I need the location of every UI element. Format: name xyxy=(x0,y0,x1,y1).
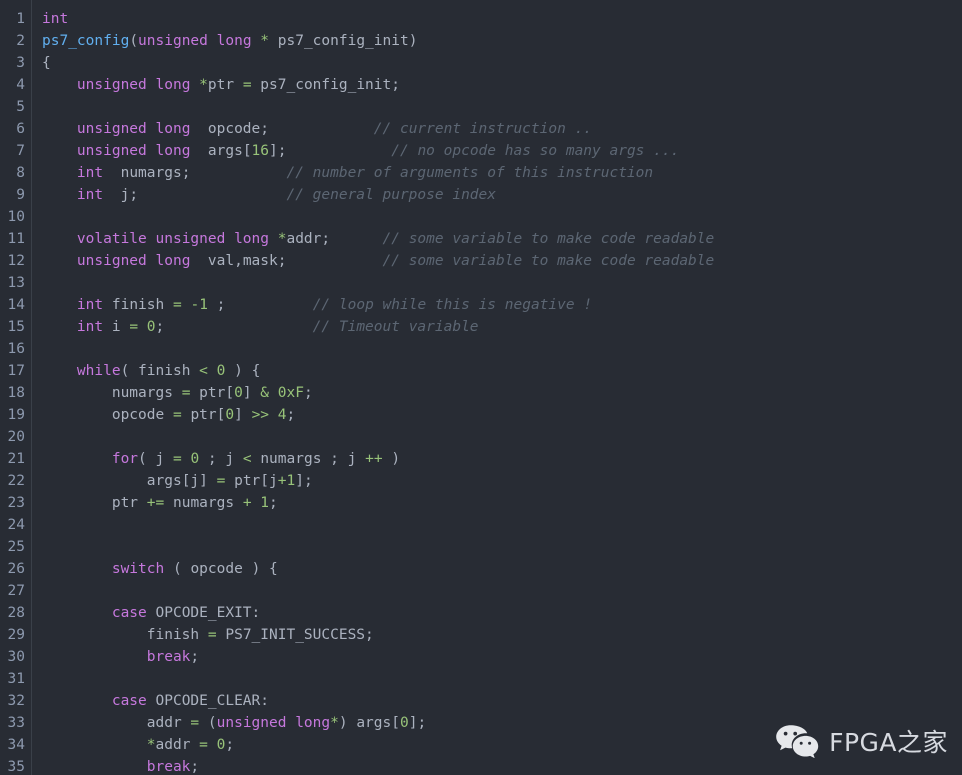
code-line[interactable] xyxy=(42,514,962,536)
line-number: 9 xyxy=(16,187,25,203)
line-number: 16 xyxy=(7,341,25,357)
code-line[interactable] xyxy=(42,536,962,558)
code-line[interactable]: numargs = ptr[0] & 0xF; xyxy=(42,382,962,404)
line-number: 2 xyxy=(16,33,25,49)
line-number: 13 xyxy=(7,275,25,291)
code-line[interactable]: ps7_config(unsigned long * ps7_config_in… xyxy=(42,30,962,52)
code-line[interactable]: int i = 0; // Timeout variable xyxy=(42,316,962,338)
line-number: 3 xyxy=(16,55,25,71)
code-line[interactable] xyxy=(42,668,962,690)
line-number: 12 xyxy=(7,253,25,269)
code-line[interactable] xyxy=(42,338,962,360)
code-editor[interactable]: 1 2 3 4 5 6 7 8 9 10 11 12 13 14 15 16 17 18 19 20 21 22 23 24 2… xyxy=(0,0,962,775)
code-line[interactable]: while( finish < 0 ) { xyxy=(42,360,962,382)
line-number: 35 xyxy=(7,759,25,775)
code-line[interactable]: unsigned long val,mask; // some variable… xyxy=(42,250,962,272)
line-number: 1 xyxy=(16,11,25,27)
code-line[interactable]: ptr += numargs + 1; xyxy=(42,492,962,514)
code-line[interactable]: break; xyxy=(42,646,962,668)
line-number: 18 xyxy=(7,385,25,401)
line-number: 33 xyxy=(7,715,25,731)
line-number: 14 xyxy=(7,297,25,313)
code-line[interactable]: unsigned long *ptr = ps7_config_init; xyxy=(42,74,962,96)
line-number: 5 xyxy=(16,99,25,115)
code-line[interactable]: int finish = -1 ; // loop while this is … xyxy=(42,294,962,316)
line-number: 17 xyxy=(7,363,25,379)
code-line[interactable] xyxy=(42,580,962,602)
line-number: 23 xyxy=(7,495,25,511)
code-line[interactable]: opcode = ptr[0] >> 4; xyxy=(42,404,962,426)
code-line[interactable]: int j; // general purpose index xyxy=(42,184,962,206)
line-number: 19 xyxy=(7,407,25,423)
line-number: 4 xyxy=(16,77,25,93)
line-number: 28 xyxy=(7,605,25,621)
line-number: 7 xyxy=(16,143,25,159)
code-line[interactable] xyxy=(42,426,962,448)
line-number: 31 xyxy=(7,671,25,687)
code-line[interactable]: { xyxy=(42,52,962,74)
code-line[interactable]: volatile unsigned long *addr; // some va… xyxy=(42,228,962,250)
line-number: 24 xyxy=(7,517,25,533)
code-line[interactable]: case OPCODE_CLEAR: xyxy=(42,690,962,712)
line-number: 27 xyxy=(7,583,25,599)
code-line[interactable] xyxy=(42,272,962,294)
code-line[interactable]: case OPCODE_EXIT: xyxy=(42,602,962,624)
code-line[interactable]: args[j] = ptr[j+1]; xyxy=(42,470,962,492)
watermark: FPGA之家 xyxy=(775,723,948,759)
line-number: 25 xyxy=(7,539,25,555)
line-number: 30 xyxy=(7,649,25,665)
code-line[interactable]: int xyxy=(42,8,962,30)
line-number: 15 xyxy=(7,319,25,335)
code-line[interactable]: switch ( opcode ) { xyxy=(42,558,962,580)
wechat-icon xyxy=(775,724,819,758)
line-number: 8 xyxy=(16,165,25,181)
line-number-gutter: 1 2 3 4 5 6 7 8 9 10 11 12 13 14 15 16 17 18 19 20 21 22 23 24 2… xyxy=(0,0,32,775)
line-number: 22 xyxy=(7,473,25,489)
code-line[interactable] xyxy=(42,96,962,118)
line-number: 20 xyxy=(7,429,25,445)
line-number: 32 xyxy=(7,693,25,709)
code-line[interactable]: for( j = 0 ; j < numargs ; j ++ ) xyxy=(42,448,962,470)
code-content[interactable]: int ps7_config(unsigned long * ps7_config… xyxy=(32,0,962,775)
watermark-text: FPGA之家 xyxy=(829,728,948,757)
line-number: 6 xyxy=(16,121,25,137)
line-number: 29 xyxy=(7,627,25,643)
line-number: 11 xyxy=(7,231,25,247)
code-line[interactable] xyxy=(42,206,962,228)
line-number: 26 xyxy=(7,561,25,577)
line-number: 21 xyxy=(7,451,25,467)
line-number: 34 xyxy=(7,737,25,753)
code-line[interactable]: int numargs; // number of arguments of t… xyxy=(42,162,962,184)
code-line[interactable]: finish = PS7_INIT_SUCCESS; xyxy=(42,624,962,646)
line-number: 10 xyxy=(7,209,25,225)
code-line[interactable]: unsigned long opcode; // current instruc… xyxy=(42,118,962,140)
code-line[interactable]: unsigned long args[16]; // no opcode has… xyxy=(42,140,962,162)
